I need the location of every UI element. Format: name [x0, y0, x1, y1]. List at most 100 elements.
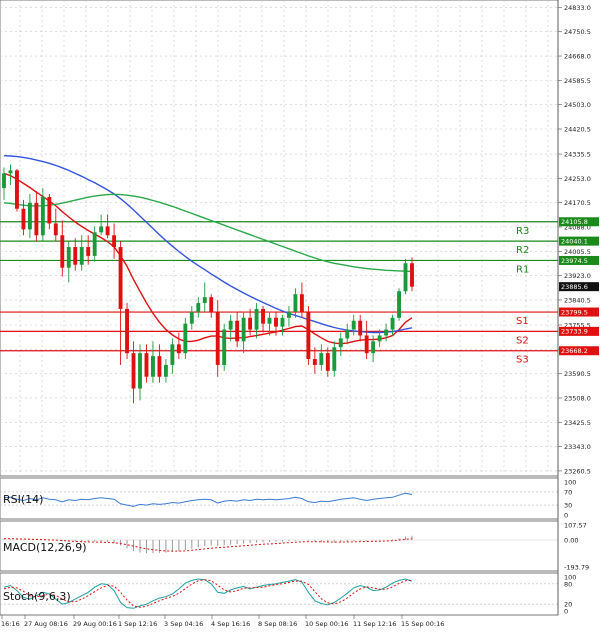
candle-body	[261, 308, 265, 324]
price-panel: 24833.0 24750.5 24668.0 24585.5 24503.0 24420…	[0, 0, 591, 477]
overlay-labels: 24105.8 24040.1 23974.5 23799.5 23733.9 23668…	[559, 217, 599, 356]
candle-body	[202, 297, 207, 304]
candle-body	[105, 226, 110, 236]
candle-body	[144, 353, 149, 377]
candle-body	[299, 294, 304, 312]
time-tick-label: 8 Sep 08:16	[258, 620, 297, 628]
candle-body	[410, 263, 414, 287]
price-tick-label: 23260.5	[564, 467, 591, 475]
level-badge-text: 24105.8	[561, 218, 588, 226]
candle-body	[390, 317, 395, 330]
level-name-s3: S3	[516, 355, 529, 366]
candle-body	[267, 317, 272, 324]
candle-body	[60, 235, 65, 268]
time-tick-label: 29 Aug 00:16	[73, 620, 117, 628]
candle	[397, 288, 401, 321]
price-tick-label: 23840.5	[564, 296, 591, 304]
candle-body	[15, 170, 19, 209]
candle-body	[66, 247, 71, 268]
level-name-r2: R2	[516, 245, 529, 256]
price-tick-label: 24335.5	[564, 151, 591, 159]
panel-frame	[0, 477, 559, 520]
current-price-label: 23885.6	[561, 283, 588, 291]
stoch-panel: 10080200Stoch(9,6,3)	[0, 572, 576, 616]
time-tick-label: 15 Sep 00:16	[401, 620, 444, 628]
price-tick-label: 24005.5	[564, 248, 591, 256]
candle	[183, 317, 188, 360]
time-tick-label: 16:16	[1, 620, 20, 628]
candle-body	[112, 235, 117, 248]
candle-body	[338, 338, 343, 348]
candle-body	[118, 247, 123, 309]
indicator-tick-label: 0	[564, 608, 568, 616]
price-tick-label: 24750.5	[564, 28, 591, 36]
candle	[15, 168, 19, 212]
time-tick-label: 11 Sep 12:16	[353, 620, 396, 628]
candle-body	[53, 223, 58, 236]
price-tick-label: 24420.5	[564, 126, 591, 134]
level-name-r1: R1	[516, 264, 529, 275]
candle	[306, 305, 311, 365]
candle-body	[351, 320, 356, 330]
candle-body	[248, 317, 253, 330]
time-tick-label: 27 Aug 08:16	[24, 620, 68, 628]
candle-body	[163, 364, 168, 377]
candle-body	[151, 356, 155, 377]
time-tick-label: 3 Sep 04:16	[164, 620, 203, 628]
trading-chart[interactable]: 24833.0 24750.5 24668.0 24585.5 24503.0 24420…	[0, 0, 600, 632]
candle-body	[345, 329, 350, 339]
level-name-s2: S2	[516, 335, 529, 346]
candle-body	[125, 308, 129, 354]
time-tick-label: 1 Sep 12:16	[118, 620, 157, 628]
candle-body	[377, 335, 382, 342]
candle-body	[293, 294, 298, 312]
price-tick-label: 23923.0	[564, 272, 591, 280]
time-tick-label: 4 Sep 16:16	[211, 620, 250, 628]
candle	[403, 258, 408, 295]
panel-frame	[0, 0, 559, 477]
candle-body	[40, 196, 45, 236]
candle-body	[92, 232, 97, 256]
rsi-title: RSI(14)	[3, 493, 43, 506]
indicator-tick-label: 100	[564, 479, 576, 487]
panel-frame	[0, 572, 559, 616]
candle-body	[73, 247, 78, 265]
candle-body	[34, 202, 39, 236]
indicator-tick-label: 80	[564, 580, 572, 588]
time-tick-label: 10 Sep 00:16	[305, 620, 348, 628]
candle-body	[183, 323, 188, 354]
candle-body	[189, 311, 194, 324]
candle-body	[312, 359, 317, 365]
candle-body	[99, 226, 104, 233]
price-tick-label: 24833.0	[564, 4, 591, 12]
candle-body	[8, 170, 13, 174]
candle-body	[306, 311, 311, 360]
level-badge-text: 23733.9	[561, 328, 588, 336]
candle-body	[47, 196, 52, 224]
price-tick-label: 24585.5	[564, 77, 591, 85]
candle-body	[27, 202, 32, 230]
candle-body	[222, 329, 227, 365]
indicator-tick-label: 70	[564, 488, 572, 496]
price-tick-label: 24503.0	[564, 101, 591, 109]
indicator-tick-label: 0	[564, 512, 568, 520]
candle-body	[274, 317, 278, 327]
candle-body	[371, 341, 376, 354]
indicator-tick-label: 107.57	[564, 522, 587, 530]
indicator-tick-label: 30	[564, 502, 572, 510]
candle-body	[170, 344, 175, 365]
candle-body	[157, 356, 162, 377]
candle-body	[215, 311, 220, 365]
candle-body	[196, 303, 201, 312]
candle-body	[325, 353, 330, 371]
candle-body	[254, 308, 259, 330]
price-tick-label: 23590.5	[564, 370, 591, 378]
level-badge-text: 23668.2	[561, 347, 588, 355]
level-name-r3: R3	[516, 226, 529, 237]
price-tick-label: 24170.5	[564, 199, 591, 207]
stoch-title: Stoch(9,6,3)	[3, 590, 71, 603]
candle-body	[332, 347, 337, 371]
candle-body	[319, 353, 324, 365]
candle	[222, 323, 227, 371]
candle-body	[79, 247, 84, 265]
